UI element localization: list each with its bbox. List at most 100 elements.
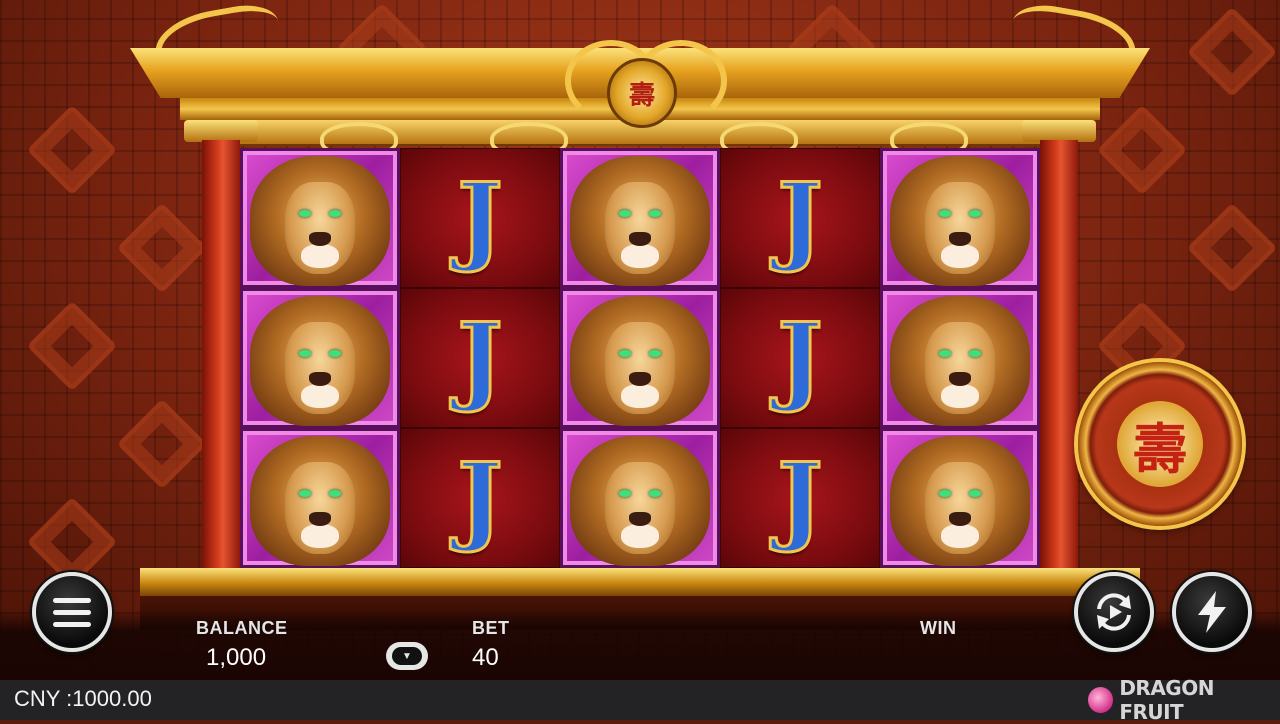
reel-cell-lion — [560, 288, 720, 428]
reels-grid: JJJJJJ — [240, 148, 1040, 568]
chevron-down-icon: ▼ — [392, 647, 422, 665]
lion-muzzle — [621, 384, 659, 408]
lion-face — [925, 322, 995, 414]
knot-ornament — [116, 398, 208, 490]
reel-cell-lion — [240, 428, 400, 568]
brand-logo: DRAGON FRUIT — [1088, 676, 1280, 724]
lion-eye — [329, 210, 341, 217]
reel-cell-j: J — [720, 288, 880, 428]
reel-cell-lion — [240, 288, 400, 428]
currency-balance: CNY :1000.00 — [14, 686, 152, 711]
shou-symbol: 壽 — [1133, 417, 1187, 481]
j-symbol-icon: J — [776, 300, 824, 416]
lion-muzzle — [941, 384, 979, 408]
autoplay-button[interactable] — [1074, 572, 1154, 652]
bet-toggle-button[interactable]: ▼ — [386, 642, 428, 670]
lion-eye — [649, 210, 661, 217]
lion-muzzle — [621, 244, 659, 268]
bet-label: BET — [472, 618, 510, 638]
brand-name: DRAGON FRUIT — [1119, 676, 1214, 724]
lion-eye — [969, 350, 981, 357]
knot-ornament — [26, 104, 118, 196]
j-symbol-icon: J — [456, 300, 504, 416]
lion-face — [285, 322, 355, 414]
reel-cell-j: J — [400, 148, 560, 288]
lion-nose — [949, 232, 971, 246]
lion-eye — [939, 490, 951, 497]
lion-eye — [969, 490, 981, 497]
lion-eye — [299, 490, 311, 497]
lion-nose — [949, 372, 971, 386]
lion-nose — [309, 512, 331, 526]
j-symbol-icon: J — [456, 160, 504, 276]
lion-face — [605, 322, 675, 414]
reel-cell-j: J — [720, 428, 880, 568]
turbo-button[interactable] — [1172, 572, 1252, 652]
autoplay-icon — [1097, 593, 1131, 631]
j-symbol-icon: J — [776, 440, 824, 556]
pillar-cap-left — [184, 120, 258, 142]
lion-muzzle — [301, 244, 339, 268]
lion-eye — [299, 210, 311, 217]
lion-nose — [629, 232, 651, 246]
lion-nose — [309, 232, 331, 246]
knot-ornament — [1186, 202, 1278, 294]
lightning-icon — [1198, 591, 1226, 633]
lion-muzzle — [621, 524, 659, 548]
reel-cell-lion — [560, 428, 720, 568]
spin-icon: 壽 — [1117, 401, 1203, 487]
lion-eye — [619, 350, 631, 357]
lion-eye — [969, 210, 981, 217]
lion-nose — [309, 372, 331, 386]
lion-eye — [649, 490, 661, 497]
lion-eye — [939, 210, 951, 217]
lion-eye — [329, 350, 341, 357]
lion-eye — [329, 490, 341, 497]
knot-ornament — [1186, 6, 1278, 98]
lion-eye — [619, 490, 631, 497]
reel-cell-lion — [240, 148, 400, 288]
lion-muzzle — [301, 524, 339, 548]
lion-face — [925, 182, 995, 274]
menu-icon — [53, 597, 91, 627]
lion-eye — [299, 350, 311, 357]
lion-eye — [649, 350, 661, 357]
lion-face — [605, 182, 675, 274]
top-medallion: 壽 — [607, 58, 677, 128]
lion-face — [285, 462, 355, 554]
lion-nose — [949, 512, 971, 526]
reel-cell-lion — [880, 148, 1040, 288]
knot-ornament — [116, 202, 208, 294]
reel-cell-lion — [880, 288, 1040, 428]
dragon-fruit-logo-icon — [1088, 687, 1114, 713]
reel-base-frame — [140, 568, 1140, 596]
reel-cell-lion — [560, 148, 720, 288]
lion-muzzle — [301, 384, 339, 408]
lion-eye — [939, 350, 951, 357]
j-symbol-icon: J — [776, 160, 824, 276]
balance-value: 1,000 — [206, 644, 267, 671]
shou-symbol-icon: 壽 — [628, 79, 655, 110]
lion-nose — [629, 372, 651, 386]
pillar-right — [1040, 140, 1078, 580]
lion-eye — [619, 210, 631, 217]
reel-cell-j: J — [720, 148, 880, 288]
j-symbol-icon: J — [456, 440, 504, 556]
balance-label: BALANCE — [196, 618, 288, 638]
reel-cell-j: J — [400, 288, 560, 428]
reel-cell-lion — [880, 428, 1040, 568]
lion-nose — [629, 512, 651, 526]
lion-face — [925, 462, 995, 554]
lion-muzzle — [941, 524, 979, 548]
bet-value: 40 — [472, 644, 499, 671]
win-label: WIN — [920, 618, 957, 638]
knot-ornament — [1096, 104, 1188, 196]
pillar-cap-right — [1022, 120, 1096, 142]
lion-muzzle — [941, 244, 979, 268]
menu-button[interactable] — [32, 572, 112, 652]
knot-ornament — [26, 300, 118, 392]
pillar-left — [202, 140, 240, 580]
lion-face — [605, 462, 675, 554]
spin-button[interactable]: 壽 — [1078, 362, 1242, 526]
lion-face — [285, 182, 355, 274]
